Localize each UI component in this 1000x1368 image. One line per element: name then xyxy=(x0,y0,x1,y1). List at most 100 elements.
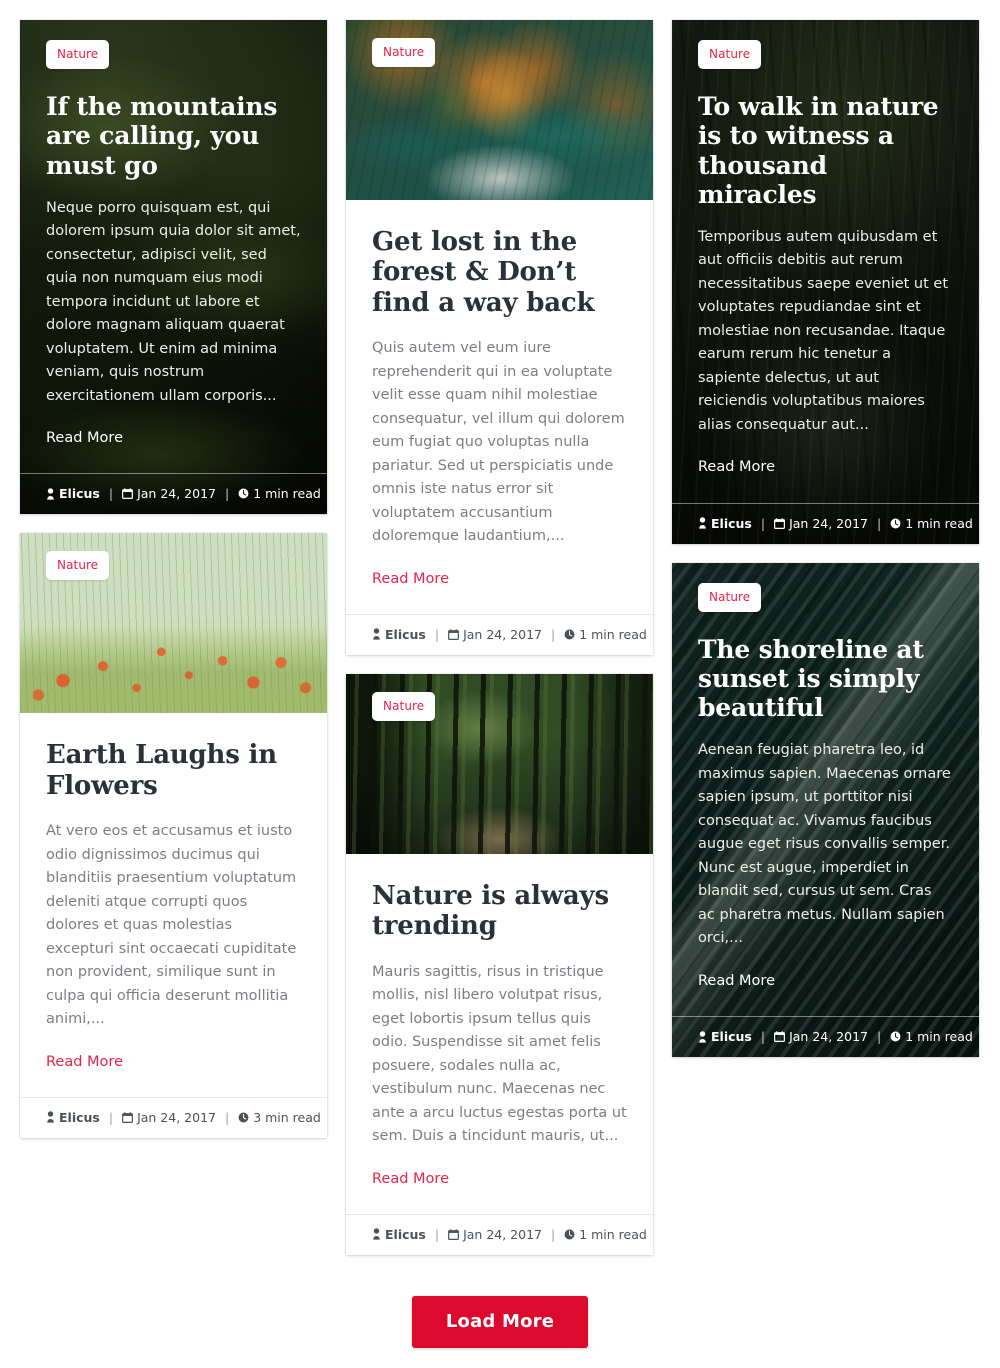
meta-date-text: Jan 24, 2017 xyxy=(137,486,216,502)
meta-separator: | xyxy=(108,1109,114,1125)
meta-separator: | xyxy=(550,626,556,642)
meta-readtime: 1 min read xyxy=(890,1029,973,1044)
meta-author: Elicus xyxy=(372,627,426,642)
category-badge[interactable]: Nature xyxy=(698,582,762,612)
read-more-link[interactable]: Read More xyxy=(46,1052,123,1072)
user-icon xyxy=(698,517,707,529)
post-excerpt: At vero eos et accusamus et iusto odio d… xyxy=(46,823,297,1028)
meta-author-name: Elicus xyxy=(711,1029,752,1045)
meta-date-text: Jan 24, 2017 xyxy=(137,1109,216,1125)
post-card-the-shoreline-at-sunset[interactable]: Nature The shoreline at sunset is simply… xyxy=(672,562,979,1058)
post-excerpt: Quis autem vel eum iure reprehenderit qu… xyxy=(372,340,625,545)
meta-separator: | xyxy=(434,1226,440,1242)
clock-icon xyxy=(564,629,575,640)
load-more-container: Load More xyxy=(20,1295,980,1348)
post-card-earth-laughs-in-flowers[interactable]: Nature Earth Laughs in Flowers At vero e… xyxy=(20,533,327,1138)
post-meta: Elicus | Jan 24, 2017 | 1 min read xyxy=(346,1213,653,1255)
read-more-link[interactable]: Read More xyxy=(372,569,449,589)
post-meta: Elicus | Jan 24, 2017 | 1 min read xyxy=(672,1016,979,1057)
meta-date: Jan 24, 2017 xyxy=(448,1227,542,1242)
post-card-if-the-mountains-are-calling[interactable]: Nature If the mountains are calling, you… xyxy=(20,20,327,515)
calendar-icon xyxy=(448,1229,460,1240)
post-title: To walk in nature is to witness a thousa… xyxy=(698,92,939,209)
post-meta: Elicus | Jan 24, 2017 | 1 min read xyxy=(20,473,327,514)
user-icon xyxy=(372,628,381,640)
cards-grid: Nature If the mountains are calling, you… xyxy=(20,20,980,1255)
calendar-icon xyxy=(774,1031,786,1043)
category-badge[interactable]: Nature xyxy=(46,551,110,581)
post-card-nature-is-always-trending[interactable]: Nature Nature is always trending Mauris … xyxy=(346,673,653,1255)
meta-separator: | xyxy=(876,1029,882,1045)
meta-readtime-text: 1 min read xyxy=(579,626,647,642)
meta-author: Elicus xyxy=(372,1227,426,1242)
post-excerpt: Temporibus autem quibusdam et aut offici… xyxy=(698,229,949,433)
card-image-poppy-field: Nature xyxy=(20,533,327,714)
meta-author: Elicus xyxy=(46,486,100,501)
meta-readtime: 1 min read xyxy=(564,627,647,642)
post-title: Earth Laughs in Flowers xyxy=(46,740,277,801)
grid-column-1: Nature If the mountains are calling, you… xyxy=(20,20,327,1138)
meta-separator: | xyxy=(876,515,882,531)
post-meta: Elicus | Jan 24, 2017 | 3 min read xyxy=(20,1096,327,1138)
category-badge[interactable]: Nature xyxy=(372,691,436,721)
meta-date: Jan 24, 2017 xyxy=(122,1110,216,1125)
meta-date-text: Jan 24, 2017 xyxy=(463,1226,542,1242)
calendar-icon xyxy=(122,488,134,500)
meta-readtime: 1 min read xyxy=(890,516,973,531)
category-badge[interactable]: Nature xyxy=(698,40,762,69)
category-badge[interactable]: Nature xyxy=(372,38,436,67)
meta-date: Jan 24, 2017 xyxy=(774,1029,868,1044)
meta-readtime-text: 3 min read xyxy=(253,1109,321,1125)
meta-author: Elicus xyxy=(46,1110,100,1125)
load-more-button[interactable]: Load More xyxy=(411,1295,589,1348)
meta-separator: | xyxy=(760,1029,766,1045)
meta-date: Jan 24, 2017 xyxy=(448,627,542,642)
meta-date-text: Jan 24, 2017 xyxy=(789,1029,868,1045)
category-badge[interactable]: Nature xyxy=(46,40,110,69)
meta-readtime: 3 min read xyxy=(238,1110,321,1125)
badge-container: Nature xyxy=(46,551,110,581)
meta-author-name: Elicus xyxy=(59,486,100,502)
read-more-link[interactable]: Read More xyxy=(698,971,775,991)
clock-icon xyxy=(890,1031,901,1042)
user-icon xyxy=(46,1111,55,1123)
blog-card-grid-page: Nature If the mountains are calling, you… xyxy=(0,0,1000,1368)
meta-readtime-text: 1 min read xyxy=(905,1029,973,1045)
post-meta: Elicus | Jan 24, 2017 | 1 min read xyxy=(346,613,653,655)
clock-icon xyxy=(890,518,901,529)
clock-icon xyxy=(238,1112,249,1123)
read-more-link[interactable]: Read More xyxy=(372,1169,449,1189)
meta-author: Elicus xyxy=(698,516,752,531)
grid-column-2: Nature Get lost in the forest & Don’t fi… xyxy=(346,20,653,1255)
post-card-get-lost-in-the-forest[interactable]: Nature Get lost in the forest & Don’t fi… xyxy=(346,20,653,655)
meta-separator: | xyxy=(108,486,114,502)
read-more-link[interactable]: Read More xyxy=(698,457,775,477)
post-title: Get lost in the forest & Don’t find a wa… xyxy=(372,227,595,318)
calendar-icon xyxy=(122,1112,134,1123)
read-more-link[interactable]: Read More xyxy=(46,428,123,448)
meta-author-name: Elicus xyxy=(385,1226,426,1242)
badge-container: Nature xyxy=(372,38,436,67)
meta-readtime: 1 min read xyxy=(564,1227,647,1242)
meta-date-text: Jan 24, 2017 xyxy=(789,515,868,531)
meta-date: Jan 24, 2017 xyxy=(774,516,868,531)
user-icon xyxy=(46,488,55,500)
post-meta: Elicus | Jan 24, 2017 | 1 min read xyxy=(672,502,979,544)
grid-column-3: Nature To walk in nature is to witness a… xyxy=(672,20,979,1058)
post-excerpt: Aenean feugiat pharetra leo, id maximus … xyxy=(698,742,951,947)
calendar-icon xyxy=(448,629,460,640)
post-card-to-walk-in-nature[interactable]: Nature To walk in nature is to witness a… xyxy=(672,20,979,544)
meta-author-name: Elicus xyxy=(385,626,426,642)
meta-author-name: Elicus xyxy=(711,515,752,531)
post-title: Nature is always trending xyxy=(372,880,609,942)
meta-separator: | xyxy=(224,486,230,502)
clock-icon xyxy=(238,488,249,499)
post-title: If the mountains are calling, you must g… xyxy=(46,92,278,180)
meta-author-name: Elicus xyxy=(59,1109,100,1125)
clock-icon xyxy=(564,1229,575,1240)
meta-separator: | xyxy=(760,515,766,531)
post-title: The shoreline at sunset is simply beauti… xyxy=(698,634,924,723)
meta-date-text: Jan 24, 2017 xyxy=(463,626,542,642)
meta-readtime: 1 min read xyxy=(238,486,321,501)
meta-readtime-text: 1 min read xyxy=(905,515,973,531)
